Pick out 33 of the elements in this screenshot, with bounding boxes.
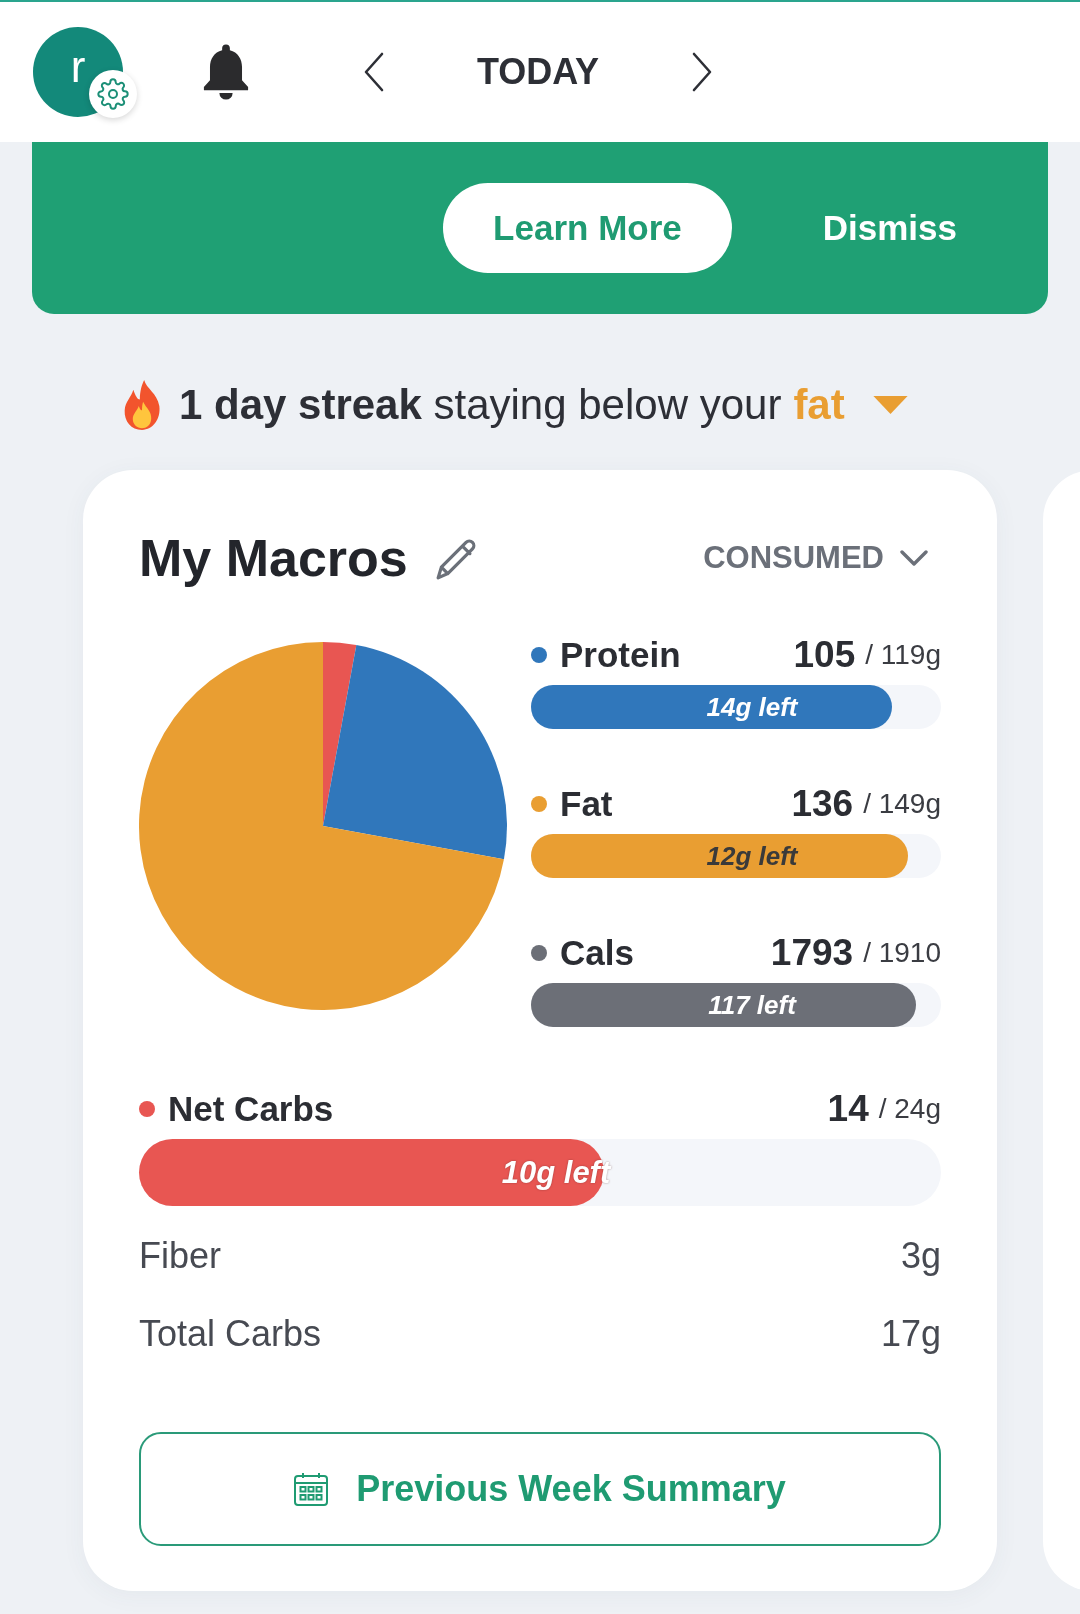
calendar-icon	[294, 1472, 329, 1506]
macro-name: Net Carbs	[168, 1089, 334, 1129]
macro-goal: / 24g	[878, 1093, 941, 1125]
metric-dropdown[interactable]: fat	[793, 381, 908, 429]
macro-goal: / 149g	[863, 788, 941, 820]
macro-name: Protein	[560, 635, 681, 675]
detail-label: Total Carbs	[139, 1313, 322, 1355]
detail-value: 17g	[880, 1313, 941, 1355]
macro-value: 105	[793, 634, 856, 676]
caret-down-icon	[872, 395, 908, 415]
view-dropdown[interactable]: CONSUMED	[703, 540, 928, 576]
detail-value: 3g	[900, 1235, 941, 1277]
settings-icon[interactable]	[89, 70, 137, 118]
previous-week-summary-button[interactable]: Previous Week Summary	[139, 1432, 941, 1546]
macro-value: 1793	[770, 932, 854, 974]
remaining-label: 14g left	[706, 691, 798, 723]
remaining-label: 117 left	[708, 989, 796, 1021]
dismiss-button[interactable]: Dismiss	[822, 208, 957, 248]
detail-label: Fiber	[139, 1235, 222, 1277]
macro-goal: / 1910	[863, 937, 941, 969]
macro-value: 136	[791, 783, 854, 825]
remaining-label: 12g left	[706, 840, 798, 872]
card-title: My Macros	[139, 528, 408, 588]
macro-value: 14	[827, 1088, 869, 1130]
learn-more-button[interactable]: Learn More	[443, 183, 732, 273]
chevron-right-icon[interactable]	[691, 52, 714, 92]
chevron-left-icon[interactable]	[363, 52, 385, 92]
chevron-down-icon	[900, 550, 928, 566]
streak-text: 1 day streak staying below your	[179, 381, 782, 429]
macro-name: Fat	[560, 784, 613, 824]
macro-name: Cals	[560, 933, 634, 973]
macro-goal: / 119g	[865, 639, 941, 671]
date-title: TODAY	[477, 51, 600, 93]
